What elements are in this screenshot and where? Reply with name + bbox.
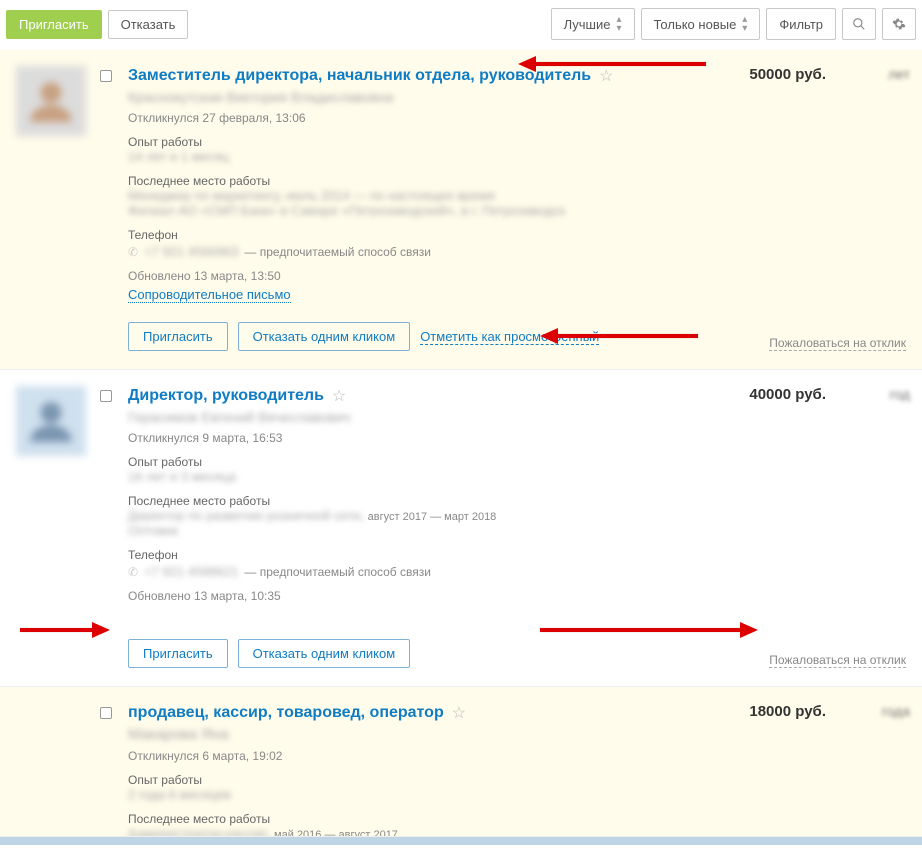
- sort-new-label: Только новые: [654, 17, 737, 32]
- sort-new-dropdown[interactable]: Только новые ▴▾: [641, 8, 761, 40]
- updated-label: Обновлено: [128, 269, 191, 283]
- select-checkbox[interactable]: [100, 390, 112, 402]
- sort-arrows-icon: ▴▾: [742, 15, 747, 33]
- experience-label: Опыт работы: [128, 455, 712, 469]
- salary: 18000 руб.: [749, 703, 826, 720]
- last-job-dates: май 2016 — август 2017: [274, 829, 398, 837]
- experience-label: Опыт работы: [128, 773, 712, 787]
- candidate-name: Герасимов Евгений Вячеславович: [128, 409, 712, 425]
- phone-number: +7 921 4588621: [144, 564, 238, 579]
- select-checkbox[interactable]: [100, 70, 112, 82]
- resume-card: Директор, руководитель ☆ Герасимов Евген…: [0, 370, 922, 687]
- responded-date: 9 марта, 16:53: [202, 431, 282, 445]
- sort-arrows-icon: ▴▾: [616, 15, 621, 33]
- last-job-line: Менеджер по маркетингу, июль 2014 — по н…: [128, 188, 712, 203]
- last-job-line: Директор по развитию розничной сети,: [128, 508, 368, 523]
- reject-button[interactable]: Отказать: [108, 10, 189, 39]
- age: год: [890, 386, 910, 402]
- resume-title-link[interactable]: Директор, руководитель: [128, 387, 324, 405]
- favorite-star[interactable]: ☆: [452, 703, 466, 723]
- experience-label: Опыт работы: [128, 135, 712, 149]
- experience-value: 16 лет и 3 месяца: [128, 469, 236, 484]
- last-job-line: Филиал АО «СМП Банк» в Самаре «Петрозаво…: [128, 203, 712, 218]
- complain-link[interactable]: Пожаловаться на отклик: [769, 653, 906, 668]
- age: лет: [888, 66, 910, 82]
- sort-best-label: Лучшие: [564, 17, 611, 32]
- select-checkbox[interactable]: [100, 707, 112, 719]
- last-job-dates: август 2017 — март 2018: [368, 511, 497, 523]
- avatar: [16, 66, 86, 136]
- phone-label: Телефон: [128, 228, 712, 242]
- invite-button[interactable]: Пригласить: [6, 10, 102, 39]
- candidate-name: Макарова Яна: [128, 726, 712, 743]
- preferred-contact: — предпочитаемый способ связи: [244, 245, 431, 259]
- gear-icon: [892, 17, 906, 31]
- responded-date: 6 марта, 19:02: [202, 749, 282, 763]
- last-job-label: Последнее место работы: [128, 812, 712, 826]
- responded-label: Откликнулся: [128, 749, 199, 763]
- last-job-line: Администратор-кассир,: [128, 826, 274, 837]
- last-job-label: Последнее место работы: [128, 174, 712, 188]
- phone-icon: ✆: [128, 245, 138, 259]
- resume-card: продавец, кассир, товаровед, оператор ☆ …: [0, 687, 922, 837]
- invite-button[interactable]: Пригласить: [128, 639, 228, 668]
- favorite-star[interactable]: ☆: [599, 66, 613, 86]
- search-icon: [852, 17, 866, 31]
- avatar: [16, 386, 86, 456]
- invite-button[interactable]: Пригласить: [128, 322, 228, 351]
- search-button[interactable]: [842, 8, 876, 40]
- age: года: [882, 703, 910, 719]
- footer-scrollbar: [0, 837, 922, 845]
- last-job-label: Последнее место работы: [128, 494, 712, 508]
- phone-icon: ✆: [128, 565, 138, 579]
- updated-label: Обновлено: [128, 589, 191, 603]
- sort-best-dropdown[interactable]: Лучшие ▴▾: [551, 8, 635, 40]
- last-job-line: Оптовик: [128, 523, 712, 538]
- updated-date: 13 марта, 13:50: [194, 269, 281, 283]
- responded-label: Откликнулся: [128, 111, 199, 125]
- responded-label: Откликнулся: [128, 431, 199, 445]
- candidate-name: Краснокутская Виктория Владиславовна: [128, 89, 712, 105]
- settings-button[interactable]: [882, 8, 916, 40]
- filter-button[interactable]: Фильтр: [766, 8, 836, 40]
- top-toolbar: Пригласить Отказать Лучшие ▴▾ Только нов…: [0, 0, 922, 50]
- salary: 40000 руб.: [749, 386, 826, 403]
- phone-number: +7 921 4566963: [144, 244, 238, 259]
- experience-value: 14 лет и 1 месяц: [128, 149, 712, 164]
- experience-value: 2 года 6 месяцев: [128, 787, 712, 802]
- salary: 50000 руб.: [749, 66, 826, 83]
- resume-card: Заместитель директора, начальник отдела,…: [0, 50, 922, 370]
- reject-one-click-button[interactable]: Отказать одним кликом: [238, 639, 411, 668]
- favorite-star[interactable]: ☆: [332, 386, 346, 406]
- resume-title-link[interactable]: продавец, кассир, товаровед, оператор: [128, 704, 444, 722]
- complain-link[interactable]: Пожаловаться на отклик: [769, 336, 906, 351]
- updated-date: 13 марта, 10:35: [194, 589, 281, 603]
- cover-letter-link[interactable]: Сопроводительное письмо: [128, 287, 291, 303]
- reject-one-click-button[interactable]: Отказать одним кликом: [238, 322, 411, 351]
- preferred-contact: — предпочитаемый способ связи: [244, 565, 431, 579]
- phone-label: Телефон: [128, 548, 712, 562]
